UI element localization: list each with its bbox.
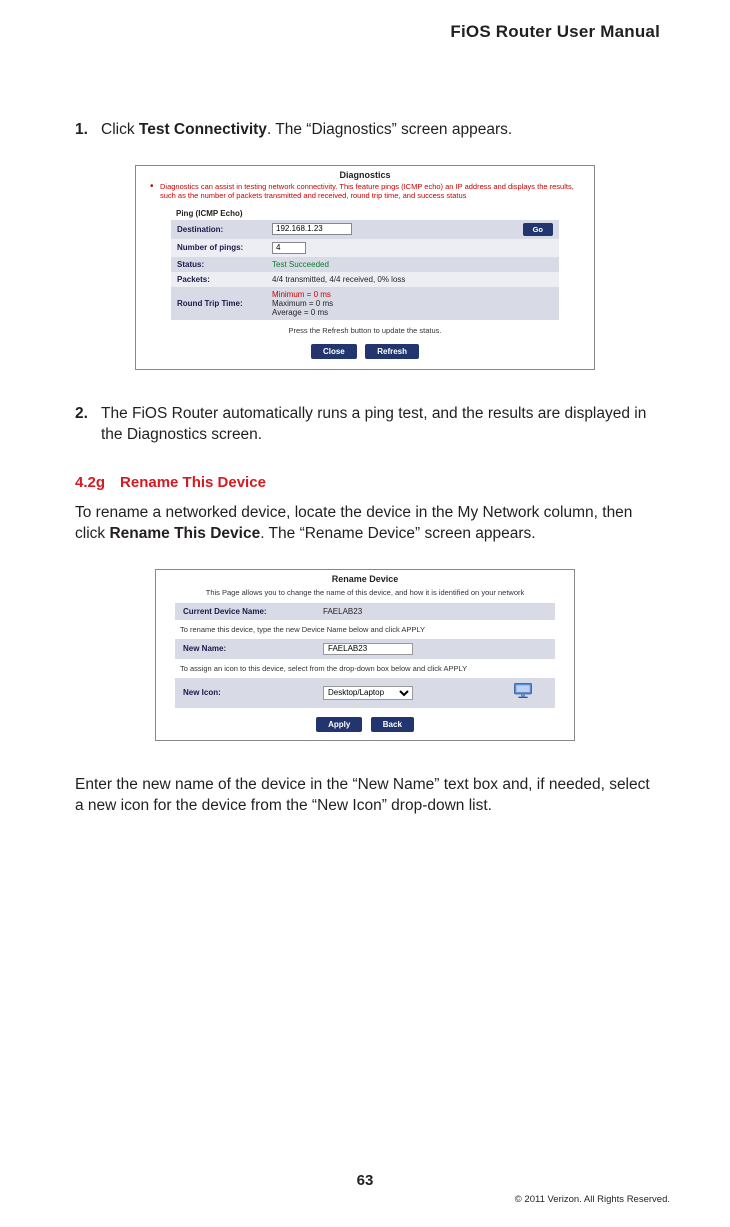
apply-button[interactable]: Apply [316,717,362,732]
copyright: © 2011 Verizon. All Rights Reserved. [515,1194,670,1205]
diag-note: Diagnostics can assist in testing networ… [136,182,594,207]
go-button[interactable]: Go [523,223,553,236]
page-content: 1. Click Test Connectivity. The “Diagnos… [75,120,655,831]
rtt-label: Round Trip Time: [171,287,266,321]
close-button[interactable]: Close [311,344,357,359]
status-value: Test Succeeded [266,257,559,272]
packets-value: 4/4 transmitted, 4/4 received, 0% loss [266,272,559,287]
new-name-label: New Name: [175,639,315,659]
diag-title: Diagnostics [136,166,594,182]
step-1: 1. Click Test Connectivity. The “Diagnos… [75,120,655,141]
new-icon-label: New Icon: [175,678,315,708]
step-number: 1. [75,120,101,141]
rename-screenshot: Rename Device This Page allows you to ch… [155,569,575,741]
monitor-icon [511,682,539,702]
step-text: Click Test Connectivity. The “Diagnostic… [101,120,512,141]
diag-table: Destination: Go Number of pings: Status:… [171,220,559,321]
diagnostics-screenshot: Diagnostics Diagnostics can assist in te… [135,165,595,370]
press-refresh-note: Press the Refresh button to update the s… [136,320,594,339]
rtt-value: Minimum = 0 ms Maximum = 0 ms Average = … [266,287,559,321]
current-name-value: FAELAB23 [315,603,495,620]
new-icon-select[interactable]: Desktop/Laptop [323,686,413,700]
dest-label: Destination: [171,220,266,239]
status-label: Status: [171,257,266,272]
dest-input[interactable] [272,223,352,235]
back-button[interactable]: Back [371,717,414,732]
page-header: FiOS Router User Manual [450,22,660,42]
packets-label: Packets: [171,272,266,287]
new-name-input[interactable] [323,643,413,655]
step-number: 2. [75,404,101,446]
current-name-label: Current Device Name: [175,603,315,620]
numpings-label: Number of pings: [171,239,266,257]
section-heading: 4.2g Rename This Device [75,474,655,491]
refresh-button[interactable]: Refresh [365,344,419,359]
rename-intro: To rename a networked device, locate the… [75,503,655,545]
rename-title: Rename Device [156,570,574,586]
numpings-input[interactable] [272,242,306,254]
ping-heading: Ping (ICMP Echo) [136,207,594,220]
rename-instruction-1: To rename this device, type the new Devi… [156,620,574,639]
outro-text: Enter the new name of the device in the … [75,775,655,817]
rename-instruction-2: To assign an icon to this device, select… [156,659,574,678]
page-number: 63 [0,1172,730,1189]
step-2: 2. The FiOS Router automatically runs a … [75,404,655,446]
step-text: The FiOS Router automatically runs a pin… [101,404,655,446]
rename-help: This Page allows you to change the name … [156,586,574,603]
rename-table: Current Device Name: FAELAB23 [175,603,555,620]
